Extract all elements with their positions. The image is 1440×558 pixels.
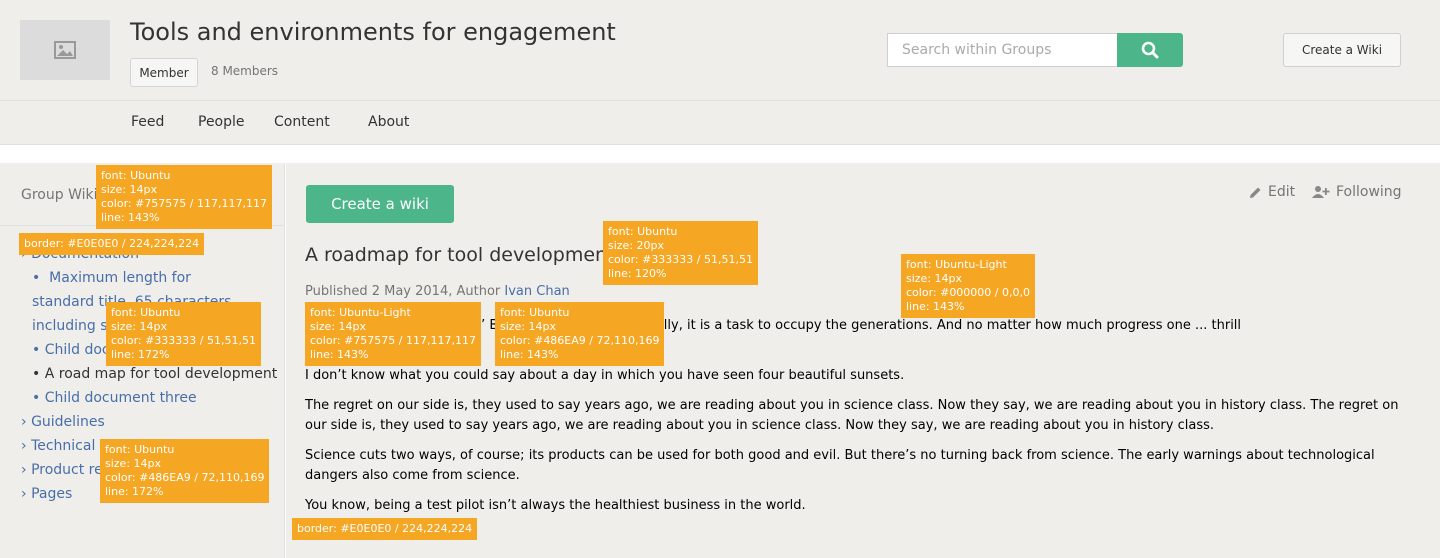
search-icon — [1141, 41, 1159, 59]
nav-content[interactable]: Content — [274, 114, 330, 130]
annotation-line: color: #486EA9 / 72,110,169 — [500, 334, 660, 347]
following-label: Following — [1336, 184, 1402, 200]
annotation-line: size: 14px — [906, 272, 963, 285]
image-placeholder-icon — [54, 41, 76, 59]
tree-item-label: Child document three — [44, 390, 197, 406]
paragraph-2: I don’t know what you could say about a … — [305, 368, 905, 383]
annotation-line: font: Ubuntu — [500, 306, 570, 319]
edit-button[interactable]: Edit — [1249, 184, 1295, 200]
sidebar-title: Group Wiki — [21, 187, 98, 203]
chevron-right-icon: › — [21, 462, 27, 478]
byline-text: Published 2 May 2014, Author — [305, 284, 501, 299]
tree-item-guidelines[interactable]: › Guidelines — [21, 410, 105, 434]
annotation-title: font: Ubuntu size: 20px color: #333333 /… — [603, 221, 758, 285]
following-button[interactable]: Following — [1312, 184, 1402, 200]
annotation-line: size: 14px — [111, 320, 168, 333]
annotation-line: color: #333333 / 51,51,51 — [608, 253, 753, 266]
create-wiki-button[interactable]: Create a wiki — [306, 185, 454, 223]
annotation-line: size: 14px — [105, 457, 162, 470]
byline: Published 2 May 2014, Author Ivan Chan — [305, 284, 570, 299]
annotation-line: font: Ubuntu-Light — [906, 258, 1007, 271]
group-title: Tools and environments for engagement — [130, 18, 616, 46]
annotation-line: line: 172% — [105, 485, 164, 498]
annotation-sidebar-border: border: #E0E0E0 / 224,224,224 — [19, 233, 205, 255]
annotation-line: size: 14px — [101, 183, 158, 196]
annotation-byline: font: Ubuntu-Light size: 14px color: #75… — [305, 302, 481, 366]
paragraph-5: You know, being a test pilot isn’t alway… — [305, 498, 806, 513]
paragraph-3: The regret on our side is, they used to … — [305, 398, 1399, 433]
annotation-sidebar-title: font: Ubuntu size: 14px color: #757575 /… — [96, 165, 272, 229]
annotation-line: line: 172% — [111, 348, 170, 361]
nav-people[interactable]: People — [198, 114, 245, 130]
annotation-line: size: 14px — [500, 320, 557, 333]
tree-item-label: Technical i — [31, 438, 104, 454]
annotation-body: font: Ubuntu-Light size: 14px color: #00… — [901, 254, 1035, 318]
annotation-line: color: #486EA9 / 72,110,169 — [105, 471, 265, 484]
annotation-line: line: 143% — [101, 211, 160, 224]
tree-item-technical[interactable]: › Technical i — [21, 434, 104, 458]
chevron-right-icon: › — [21, 414, 27, 430]
annotation-sidebar-current: font: Ubuntu size: 14px color: #333333 /… — [106, 302, 261, 366]
annotation-line: color: #757575 / 117,117,117 — [310, 334, 476, 347]
search-button[interactable] — [1117, 33, 1183, 67]
nav-about[interactable]: About — [368, 114, 409, 130]
edit-label: Edit — [1268, 184, 1296, 200]
annotation-line: size: 20px — [608, 239, 665, 252]
annotation-line: font: Ubuntu — [111, 306, 181, 319]
annotation-main-border: border: #E0E0E0 / 224,224,224 — [292, 518, 478, 540]
tree-item-label: Pages — [31, 486, 73, 502]
annotation-line: line: 143% — [500, 348, 559, 361]
nav-feed[interactable]: Feed — [131, 114, 164, 130]
tree-item-child-document-three[interactable]: • Child document three — [32, 386, 197, 410]
annotation-line: line: 143% — [906, 300, 965, 313]
annotation-line: color: #333333 / 51,51,51 — [111, 334, 256, 347]
bullet-icon: • — [32, 366, 41, 382]
tree-item-pages[interactable]: › Pages — [21, 482, 72, 506]
annotation-author: font: Ubuntu size: 14px color: #486EA9 /… — [495, 302, 665, 366]
annotation-line: font: Ubuntu — [608, 225, 678, 238]
pencil-icon — [1250, 187, 1261, 198]
page-title: A roadmap for tool development — [305, 244, 615, 266]
annotation-sidebar-link: font: Ubuntu size: 14px color: #486EA9 /… — [100, 439, 270, 503]
chevron-right-icon: › — [21, 438, 27, 454]
annotation-line: line: 143% — [310, 348, 369, 361]
annotation-line: size: 14px — [310, 320, 367, 333]
annotation-line: color: #757575 / 117,117,117 — [101, 197, 267, 210]
tree-item-label: Guidelines — [31, 414, 105, 430]
annotation-line: color: #000000 / 0,0,0 — [906, 286, 1030, 299]
tree-item-product[interactable]: › Product re — [21, 458, 103, 482]
paragraph-4: Science cuts two ways, of course; its pr… — [305, 448, 1375, 483]
annotation-line: font: Ubuntu-Light — [310, 306, 411, 319]
tree-item-label: Product re — [31, 462, 103, 478]
member-count[interactable]: 8 Members — [211, 64, 278, 78]
member-button[interactable]: Member — [130, 58, 198, 87]
header-divider — [0, 100, 1440, 101]
tree-item-label: A road map for tool development — [44, 366, 278, 382]
annotation-line: font: Ubuntu — [101, 169, 171, 182]
bullet-icon: • — [32, 390, 41, 406]
annotation-line: line: 120% — [608, 267, 667, 280]
search-input[interactable]: Search within Groups — [887, 33, 1118, 67]
create-wiki-header-button[interactable]: Create a Wiki — [1283, 33, 1401, 67]
bullet-icon: • — [32, 342, 41, 358]
chevron-right-icon: › — [21, 486, 27, 502]
annotation-line: font: Ubuntu — [105, 443, 175, 456]
author-link[interactable]: Ivan Chan — [504, 284, 569, 299]
user-plus-icon — [1312, 186, 1330, 198]
bullet-icon: • — [32, 270, 41, 286]
group-avatar — [20, 20, 110, 80]
